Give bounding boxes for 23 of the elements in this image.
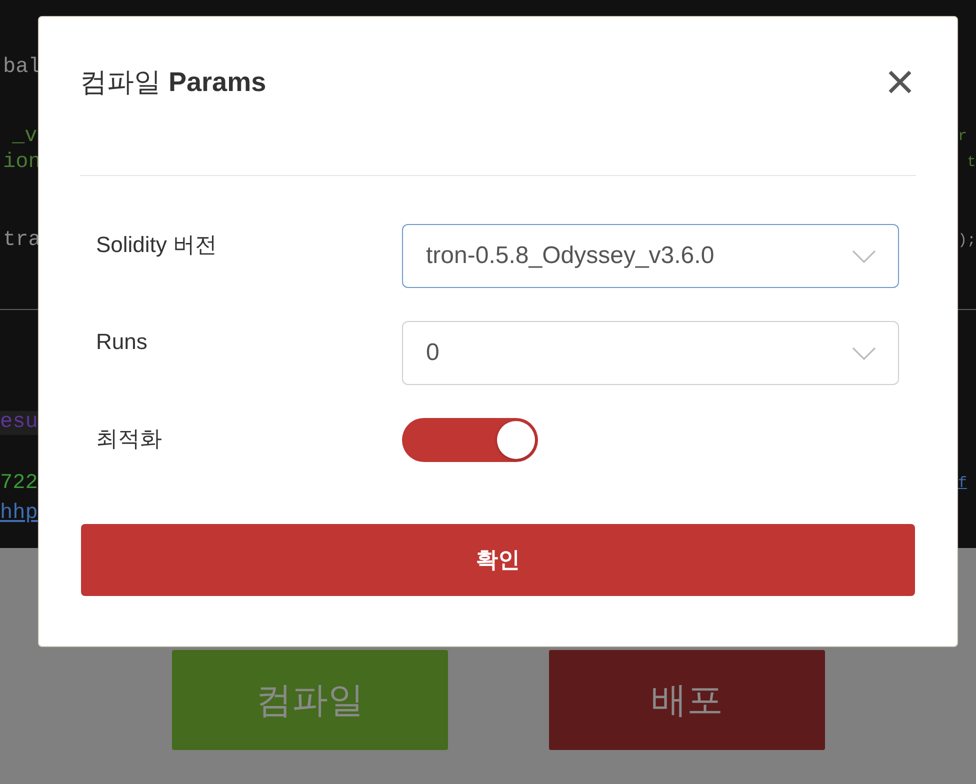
code-text: t [967, 153, 976, 173]
field-label: Runs [96, 328, 148, 356]
confirm-button[interactable]: 확인 [81, 524, 915, 596]
field-label: 최적화 [96, 425, 162, 453]
deploy-button[interactable]: 배포 [549, 650, 825, 750]
close-button[interactable] [888, 70, 912, 94]
code-text: bal [3, 56, 41, 80]
console-link[interactable]: f [958, 474, 968, 494]
code-text: tra [3, 229, 41, 253]
code-text: r [958, 127, 968, 147]
select-field[interactable]: tron-0.5.8_Odyssey_v3.6.0 [402, 224, 899, 288]
console-link[interactable]: hhp [0, 502, 38, 526]
close-icon [888, 70, 912, 94]
console-text: esu [0, 411, 38, 435]
code-text: _v [12, 125, 38, 149]
dialog-title: 컴파일 Params [80, 66, 266, 99]
toggle-switch[interactable] [402, 418, 538, 462]
console-text: 722 [0, 472, 38, 496]
field-label: Solidity 버전 [96, 231, 218, 259]
code-text: ); [958, 231, 976, 251]
select-field[interactable]: 0 [402, 321, 899, 385]
chevron-down-icon [852, 250, 876, 262]
chevron-down-icon [852, 346, 876, 360]
